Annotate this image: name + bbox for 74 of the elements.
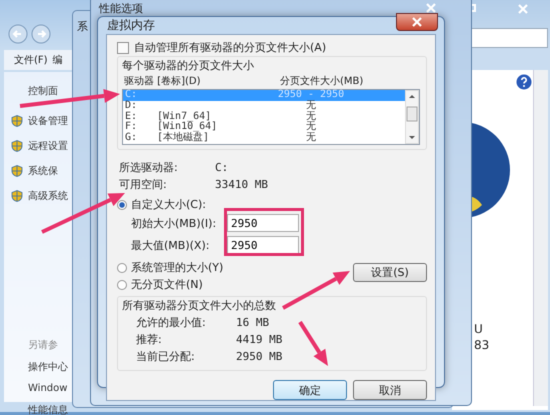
radio-label: 系统管理的大小(Y) [131, 260, 224, 275]
settings-button[interactable]: 设置(S) [353, 263, 427, 282]
radio-button[interactable] [117, 280, 127, 290]
info-label: 允许的最小值: [135, 315, 207, 330]
info-value: 33410 MB [215, 178, 268, 191]
checkbox-label: 自动管理所有驱动器的分页文件大小(A) [134, 40, 326, 55]
forward-icon [31, 24, 51, 44]
section-heading: 另请参 [28, 338, 58, 352]
info-value: 2950 MB [236, 350, 282, 363]
shield-icon [11, 115, 23, 127]
checkbox[interactable] [117, 42, 129, 54]
sidebar-link[interactable]: 远程设置 [28, 139, 68, 153]
list-row[interactable]: G: [本地磁盘] 无 [123, 133, 405, 144]
drive-letter: F: [124, 122, 138, 132]
size-text: 无 [305, 133, 317, 144]
size-text: 无 [305, 112, 317, 122]
radio-label: 自定义大小(C): [131, 197, 206, 212]
info-value: 4419 MB [236, 333, 282, 346]
cancel-button[interactable]: 取消 [353, 380, 427, 400]
window-title: 性能选项 [99, 1, 143, 16]
drive-letter: E: [124, 112, 138, 122]
close-icon [411, 16, 423, 26]
volume-label: [本地磁盘] [157, 133, 210, 144]
window-title: 系 [77, 19, 88, 34]
info-label: 当前已分配: [135, 349, 196, 364]
ok-button[interactable]: 确定 [273, 380, 347, 400]
arrow [298, 320, 328, 366]
sidebar-link[interactable]: 操作中心 [28, 360, 68, 374]
size-text: 无 [305, 122, 317, 132]
radio-button[interactable] [117, 200, 127, 210]
list-row[interactable]: D: 无 [123, 100, 405, 112]
close-icon [518, 4, 528, 14]
group-heading: 所有驱动器分页文件大小的总数 [122, 298, 277, 313]
drive-letter: D: [124, 100, 138, 112]
sidebar-link[interactable]: 系统保 [28, 164, 58, 178]
close-icon [426, 3, 436, 13]
sidebar-link[interactable]: 性能信息 [28, 403, 68, 415]
volume-label: [Win10_64] [157, 122, 218, 132]
list-row[interactable]: E: [Win7_64] 无 [123, 112, 405, 122]
input-field[interactable]: 2950 [227, 236, 299, 254]
drive-letter: G: [124, 133, 138, 144]
sidebar-link[interactable]: Window [28, 383, 68, 394]
group-heading: 每个驱动器的分页文件大小 [122, 58, 255, 73]
field-label: 初始大小(MB)(I): [131, 216, 218, 230]
drive-letter: C: [124, 90, 138, 100]
sidebar-link[interactable]: 控制面 [28, 84, 58, 98]
radio-label: 无分页文件(N) [131, 277, 203, 292]
sidebar-link[interactable]: 设备管理 [28, 114, 68, 128]
info-text: 83 [474, 338, 490, 352]
field-label: 最大值(MB)(X): [131, 238, 210, 252]
info-value: C: [215, 161, 228, 174]
shield-icon [11, 165, 23, 177]
window-title: 虚拟内存 [107, 17, 155, 34]
help-icon [516, 74, 532, 90]
info-label: 可用空间: [118, 177, 168, 192]
size-text: 无 [305, 100, 317, 111]
menu-item[interactable]: 编 [52, 53, 63, 67]
shield-icon [11, 140, 23, 152]
shield-icon [11, 190, 23, 202]
info-value: 16 MB [236, 316, 270, 329]
size-text: 2950 - 2950 [276, 90, 346, 100]
column-header: 分页文件大小(MB) [280, 74, 364, 88]
back-icon [8, 24, 28, 44]
info-label: 推荐: [135, 332, 163, 347]
sidebar-link[interactable]: 高级系统 [28, 189, 68, 203]
volume-label: [Win7_64] [157, 112, 212, 122]
radio-button[interactable] [117, 262, 127, 272]
info-label: 所选驱动器: [118, 160, 179, 175]
input-field[interactable]: 2950 [227, 214, 299, 232]
info-text: U [474, 322, 484, 336]
menu-item[interactable]: 文件(F) [14, 53, 48, 67]
close-button[interactable] [396, 12, 438, 30]
column-header: 驱动器 [卷标](D) [123, 74, 202, 88]
arrow [282, 271, 350, 310]
